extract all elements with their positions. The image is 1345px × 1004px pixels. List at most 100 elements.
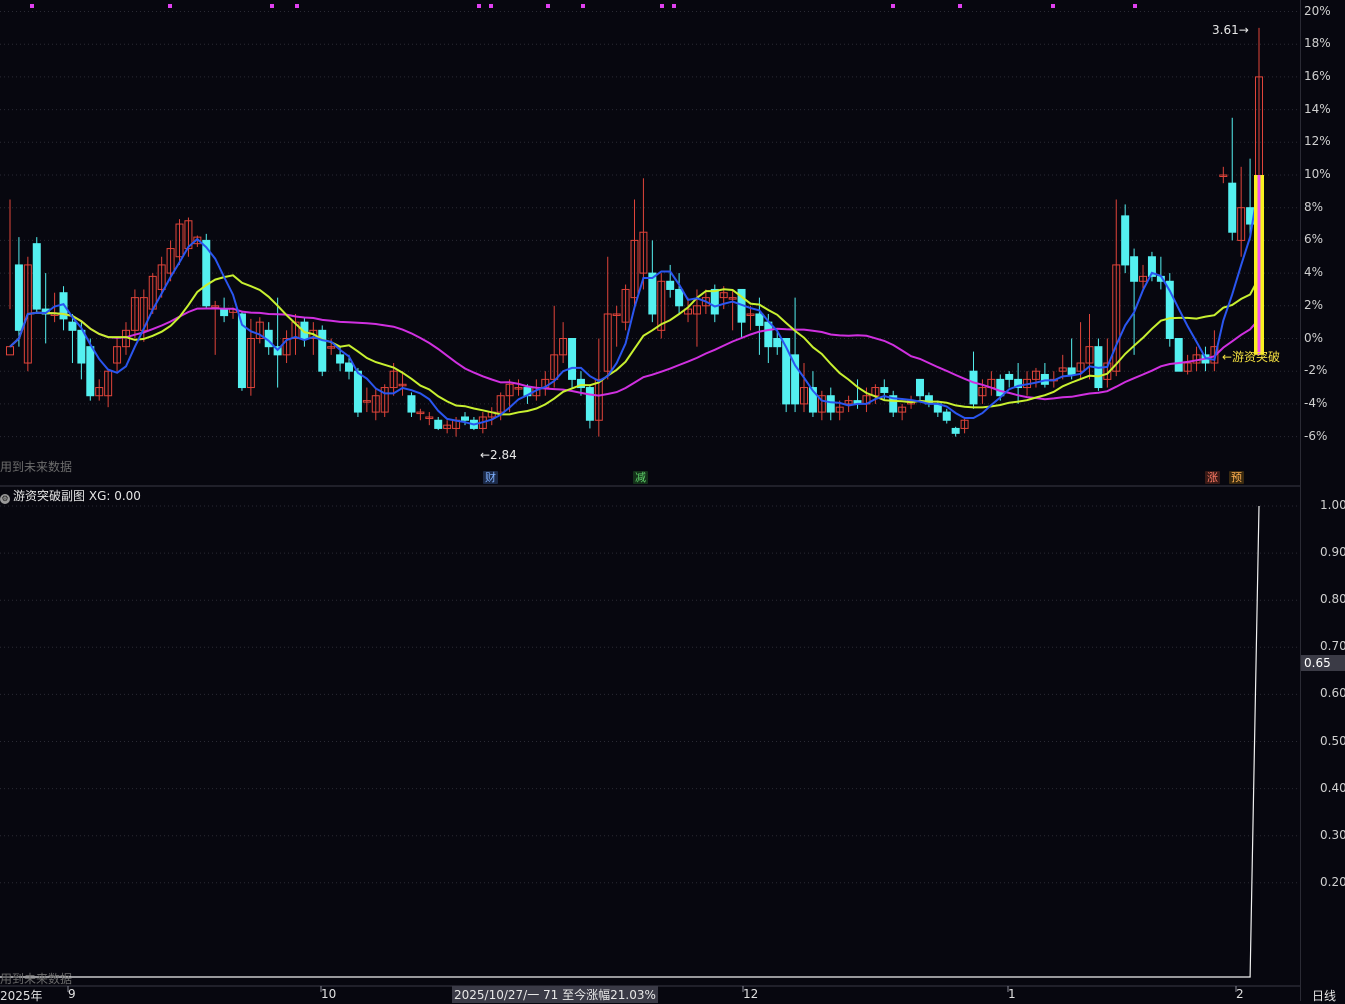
top-event-dot: [546, 4, 550, 8]
low-price-marker: ←2.84: [480, 448, 517, 462]
y-tick-label: 8%: [1304, 199, 1324, 214]
top-event-dot: [30, 4, 34, 8]
top-event-markers: [30, 4, 1137, 8]
candle-down: [434, 419, 443, 429]
sub-y-tick-label: 0.60: [1320, 686, 1345, 701]
sub-y-tick-label: 0.90: [1320, 545, 1345, 560]
y-tick-label: 10%: [1304, 167, 1331, 181]
sub-panel-header[interactable]: ⚙ 游资突破副图 XG: 0.00: [0, 487, 141, 504]
y-tick-label: 12%: [1304, 134, 1331, 149]
top-event-dot: [660, 4, 664, 8]
candle-down: [32, 243, 41, 310]
candle-down: [880, 387, 889, 393]
sub-y-tick-label: 0.40: [1320, 780, 1345, 795]
candle-down: [675, 288, 684, 307]
candle-down: [755, 313, 764, 326]
top-event-dot: [295, 4, 299, 8]
signal-label: ←游资突破: [1222, 350, 1281, 364]
candle-down: [345, 362, 354, 372]
y-tick-label: 4%: [1304, 265, 1324, 280]
candle-down: [336, 354, 345, 364]
candle-down: [826, 395, 835, 413]
y-tick-label: 0%: [1304, 330, 1324, 345]
high-price-marker: 3.61→: [1212, 23, 1249, 37]
signal-bar-inner: [1257, 175, 1261, 355]
x-label-sep: 9: [68, 987, 76, 1001]
top-event-dot: [489, 4, 493, 8]
event-badge-reduce[interactable]: 减: [633, 471, 648, 484]
event-badge-finance[interactable]: 财: [483, 471, 498, 484]
candle-down: [1228, 182, 1237, 233]
candle-down: [969, 370, 978, 405]
candle-down: [1121, 215, 1130, 266]
sub-y-tick-label: 0.20: [1320, 874, 1345, 889]
y-tick-label: -2%: [1304, 363, 1328, 378]
candle-down: [77, 329, 86, 364]
candle-down: [220, 308, 229, 317]
sub-y-tick-label: 0.50: [1320, 733, 1345, 748]
top-event-dot: [1051, 4, 1055, 8]
xg-value: XG: 0.00: [88, 489, 141, 503]
y-tick-label: 18%: [1304, 36, 1331, 51]
top-event-dot: [168, 4, 172, 8]
sub-panel-title: 游资突破副图: [13, 489, 86, 503]
y-tick-label: -6%: [1304, 428, 1328, 443]
y-tick-label: 14%: [1304, 101, 1331, 116]
cursor-status-text: 2025/10/27/一 71 至今涨幅21.03%: [452, 986, 658, 1003]
candle-down: [764, 321, 773, 348]
candle-down: [1067, 367, 1076, 375]
candle-down: [773, 338, 782, 348]
x-label-feb: 2: [1236, 987, 1244, 1001]
sub-y-tick-label: 0.70: [1320, 639, 1345, 654]
future-data-label-main: 用到未来数据: [0, 460, 73, 474]
event-badge-forecast[interactable]: 预: [1229, 471, 1244, 484]
candle-down: [951, 427, 960, 434]
candle-up: [6, 346, 14, 356]
candle-down: [666, 280, 675, 290]
chart-canvas[interactable]: [0, 0, 1345, 1001]
x-label-dec: 12: [743, 987, 759, 1001]
candle-down: [585, 387, 594, 421]
candle-down: [1130, 256, 1139, 282]
main-grid: [0, 11, 1300, 438]
candle-down: [1005, 373, 1014, 380]
top-event-dot: [1133, 4, 1137, 8]
x-label-jan: 1: [1008, 987, 1016, 1001]
top-event-dot: [672, 4, 676, 8]
sub-y-tick-label: 0.80: [1320, 592, 1345, 607]
sub-grid: [0, 505, 1300, 884]
event-badge-rise[interactable]: 涨: [1205, 471, 1220, 484]
y-tick-label: 6%: [1304, 232, 1324, 247]
period-selector[interactable]: 日线: [1312, 987, 1336, 1004]
candle-down: [460, 416, 469, 421]
top-event-dot: [958, 4, 962, 8]
candle-down: [1040, 373, 1049, 385]
top-event-dot: [477, 4, 481, 8]
candle-down: [353, 370, 362, 413]
candle-down: [318, 329, 327, 372]
signal-bar: [1254, 175, 1264, 355]
x-label-year: 2025年: [0, 989, 43, 1003]
settings-icon[interactable]: ⚙: [0, 494, 10, 504]
top-event-dot: [270, 4, 274, 8]
candle-down: [942, 411, 951, 421]
y-tick-label: 20%: [1304, 3, 1331, 18]
candle-down: [14, 264, 23, 331]
current-value-tag: 0.65: [1301, 655, 1345, 671]
y-tick-label: 2%: [1304, 297, 1324, 312]
candle-down: [68, 321, 77, 331]
candle-down: [568, 338, 577, 380]
candle-down: [915, 378, 924, 397]
candle-down: [648, 272, 657, 315]
candle-down: [1174, 338, 1183, 372]
candle-down: [996, 378, 1005, 397]
future-data-label-sub: 用到未来数据: [0, 972, 73, 986]
candle-down: [407, 395, 416, 413]
candle-down: [86, 346, 95, 397]
x-label-oct: 10: [321, 987, 337, 1001]
top-event-dot: [581, 4, 585, 8]
y-tick-label: 16%: [1304, 68, 1331, 83]
candle-down: [710, 288, 719, 315]
sub-y-tick-label: 1.00: [1320, 498, 1345, 512]
top-event-dot: [891, 4, 895, 8]
